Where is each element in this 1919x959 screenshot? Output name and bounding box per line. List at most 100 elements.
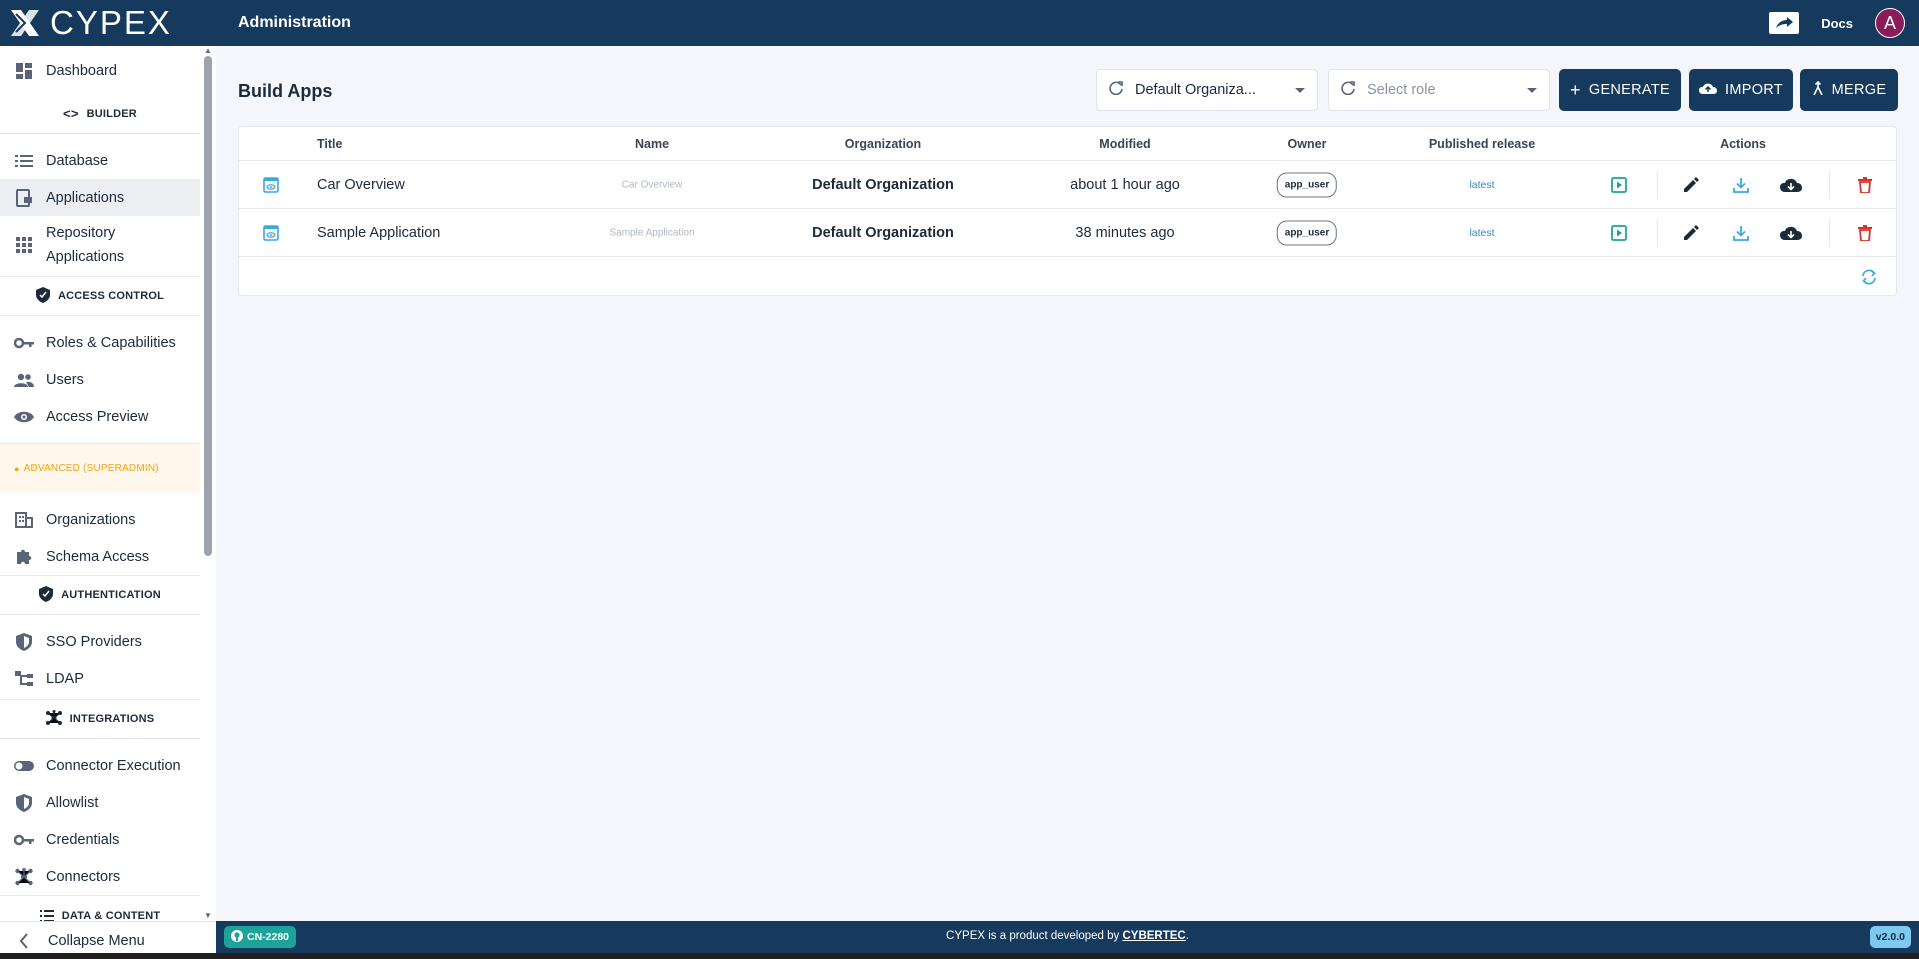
sidebar-item-roles[interactable]: Roles & Capabilities <box>0 324 200 361</box>
generate-label: GENERATE <box>1588 82 1670 98</box>
shield-check-icon <box>39 585 54 605</box>
code-icon: <> <box>63 106 79 121</box>
cell-name: Sample Application <box>609 227 695 238</box>
scroll-thumb[interactable] <box>204 56 212 556</box>
section-authentication: AUTHENTICATION <box>0 575 200 615</box>
table-refresh-icon[interactable] <box>1860 269 1878 290</box>
tree-icon <box>14 669 34 689</box>
sidebar-item-ldap[interactable]: LDAP <box>0 660 200 697</box>
preview-icon[interactable] <box>260 222 282 244</box>
cloud-download-icon[interactable] <box>1780 174 1802 196</box>
play-icon[interactable] <box>1608 174 1630 196</box>
header-title: Administration <box>238 14 351 31</box>
avatar[interactable]: A <box>1875 8 1905 38</box>
column-header-modified[interactable]: Modified <box>1099 137 1150 151</box>
section-label: DATA & CONTENT <box>61 910 161 921</box>
collapse-menu-label: Collapse Menu <box>48 932 145 949</box>
edit-icon[interactable] <box>1680 222 1702 244</box>
sidebar-item-database[interactable]: Database <box>0 142 200 179</box>
owner-badge: app_user <box>1276 172 1338 197</box>
play-icon[interactable] <box>1608 222 1630 244</box>
sidebar-item-users[interactable]: Users <box>0 361 200 398</box>
cell-organization: Default Organization <box>812 224 954 241</box>
sidebar-item-credentials[interactable]: Credentials <box>0 821 200 858</box>
release-link[interactable]: latest <box>1469 227 1494 239</box>
sidebar-item-dashboard[interactable]: Dashboard <box>0 56 200 86</box>
import-button[interactable]: IMPORT <box>1689 69 1793 111</box>
sidebar-item-label: Organizations <box>46 511 136 528</box>
application-icon <box>14 188 34 208</box>
scroll-down-arrow[interactable]: ▼ <box>203 912 213 920</box>
divider <box>1657 219 1658 247</box>
column-header-published[interactable]: Published release <box>1429 137 1535 151</box>
table-row[interactable]: Car Overview Car Overview Default Organi… <box>239 161 1896 209</box>
sidebar-item-connectors[interactable]: Connectors <box>0 858 200 895</box>
refresh-icon[interactable] <box>1341 81 1355 99</box>
share-button[interactable] <box>1769 12 1800 34</box>
cypex-logo[interactable]: CYPEX <box>0 0 216 46</box>
section-label: AUTHENTICATION <box>61 589 161 601</box>
divider <box>1657 171 1658 199</box>
column-header-organization[interactable]: Organization <box>845 137 921 151</box>
download-icon[interactable] <box>1730 174 1752 196</box>
main-content: Build Apps Default Organiza... Select ro… <box>216 46 1919 921</box>
sidebar-item-label: Access Preview <box>46 408 149 425</box>
edit-icon[interactable] <box>1680 174 1702 196</box>
merge-label: MERGE <box>1831 82 1887 98</box>
sidebar-item-label: Users <box>46 371 84 388</box>
refresh-icon[interactable] <box>1109 81 1123 99</box>
section-access-control: ACCESS CONTROL <box>0 276 200 316</box>
building-icon <box>14 510 34 530</box>
cloud-download-icon[interactable] <box>1780 222 1802 244</box>
role-select[interactable]: Select role <box>1328 69 1550 111</box>
generate-button[interactable]: + GENERATE <box>1559 69 1681 111</box>
hub-icon <box>45 709 62 729</box>
puzzle-icon <box>14 547 34 567</box>
cell-name: Car Overview <box>621 179 683 190</box>
plus-icon: + <box>1570 80 1581 100</box>
sidebar-item-schema-access[interactable]: Schema Access <box>0 538 200 575</box>
preview-icon[interactable] <box>260 174 282 196</box>
sidebar-item-label: Allowlist <box>46 794 99 811</box>
table-row[interactable]: Sample Application Sample Application De… <box>239 209 1896 257</box>
sidebar-item-allowlist[interactable]: Allowlist <box>0 784 200 821</box>
footer-text: CYPEX is a product developed by CYBERTEC… <box>216 930 1919 942</box>
release-link[interactable]: latest <box>1469 179 1494 191</box>
sidebar-item-connector-execution[interactable]: Connector Execution <box>0 747 200 784</box>
toggle-icon <box>14 756 34 776</box>
sidebar-item-organizations[interactable]: Organizations <box>0 501 200 538</box>
hub-icon <box>14 867 34 887</box>
footer-suffix: . <box>1185 930 1189 942</box>
brand-name: CYPEX <box>50 4 172 41</box>
section-advanced: ● ADVANCED (SUPERADMIN) <box>0 443 200 493</box>
sidebar-item-applications[interactable]: Applications <box>0 179 200 216</box>
delete-icon[interactable] <box>1854 222 1876 244</box>
sidebar-item-label: Applications <box>46 189 125 206</box>
footer: CN-2280 CYPEX is a product developed by … <box>216 921 1919 953</box>
scroll-up-arrow[interactable]: ▲ <box>203 47 213 55</box>
cell-title: Sample Application <box>317 224 441 241</box>
merge-button[interactable]: MERGE <box>1800 69 1898 111</box>
download-icon[interactable] <box>1730 222 1752 244</box>
sidebar-item-repository-applications[interactable]: Repository Applications <box>0 216 200 274</box>
delete-icon[interactable] <box>1854 174 1876 196</box>
sidebar-item-access-preview[interactable]: Access Preview <box>0 398 200 435</box>
owner-badge: app_user <box>1276 220 1338 245</box>
sidebar-item-label: Database <box>46 152 109 169</box>
section-label: ACCESS CONTROL <box>57 290 165 302</box>
cybertec-link[interactable]: CYBERTEC <box>1122 930 1185 942</box>
key-icon <box>14 830 34 850</box>
shield-check-icon <box>35 286 50 306</box>
sidebar-item-sso-providers[interactable]: SSO Providers <box>0 623 200 660</box>
lock-icon: ● <box>14 463 20 474</box>
column-header-actions: Actions <box>1720 137 1766 151</box>
column-header-name[interactable]: Name <box>635 137 669 151</box>
version-badge: v2.0.0 <box>1869 926 1911 948</box>
organization-select[interactable]: Default Organiza... <box>1096 69 1318 111</box>
key-icon <box>14 333 34 353</box>
docs-link[interactable]: Docs <box>1821 16 1853 31</box>
column-header-title[interactable]: Title <box>317 137 342 151</box>
sidebar-scrollbar[interactable]: ▲ ▼ <box>200 46 216 921</box>
column-header-owner[interactable]: Owner <box>1288 137 1327 151</box>
cell-modified: 38 minutes ago <box>1075 224 1175 241</box>
